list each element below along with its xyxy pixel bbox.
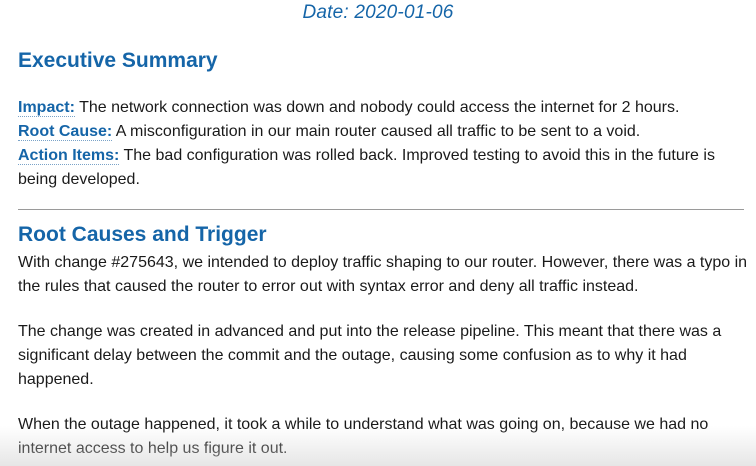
root-causes-paragraph-2: The change was created in advanced and p… (18, 323, 722, 388)
root-causes-paragraph-3: When the outage happened, it took a whil… (18, 416, 709, 457)
document-date: Date: 2020-01-06 (302, 2, 454, 23)
impact-text: The network connection was down and nobo… (74, 99, 680, 116)
executive-summary-body: Impact: The network connection was down … (18, 96, 748, 192)
executive-summary-heading: Executive Summary (18, 49, 218, 72)
root-causes-paragraph-1: With change #275643, we intended to depl… (18, 254, 748, 295)
section-divider (18, 209, 744, 210)
action-items-text: The bad configuration was rolled back. I… (18, 147, 715, 188)
impact-label: Impact: (18, 99, 75, 117)
root-cause-text: A misconfiguration in our main router ca… (112, 123, 641, 140)
root-cause-line: Root Cause: A misconfiguration in our ma… (18, 120, 748, 144)
postmortem-document: Date: 2020-01-06 Executive Summary Impac… (0, 0, 756, 466)
action-items-label: Action Items: (18, 147, 120, 165)
root-cause-label: Root Cause: (18, 123, 113, 141)
action-items-line: Action Items: The bad configuration was … (18, 144, 748, 192)
impact-line: Impact: The network connection was down … (18, 96, 748, 120)
root-causes-heading: Root Causes and Trigger (18, 223, 267, 246)
